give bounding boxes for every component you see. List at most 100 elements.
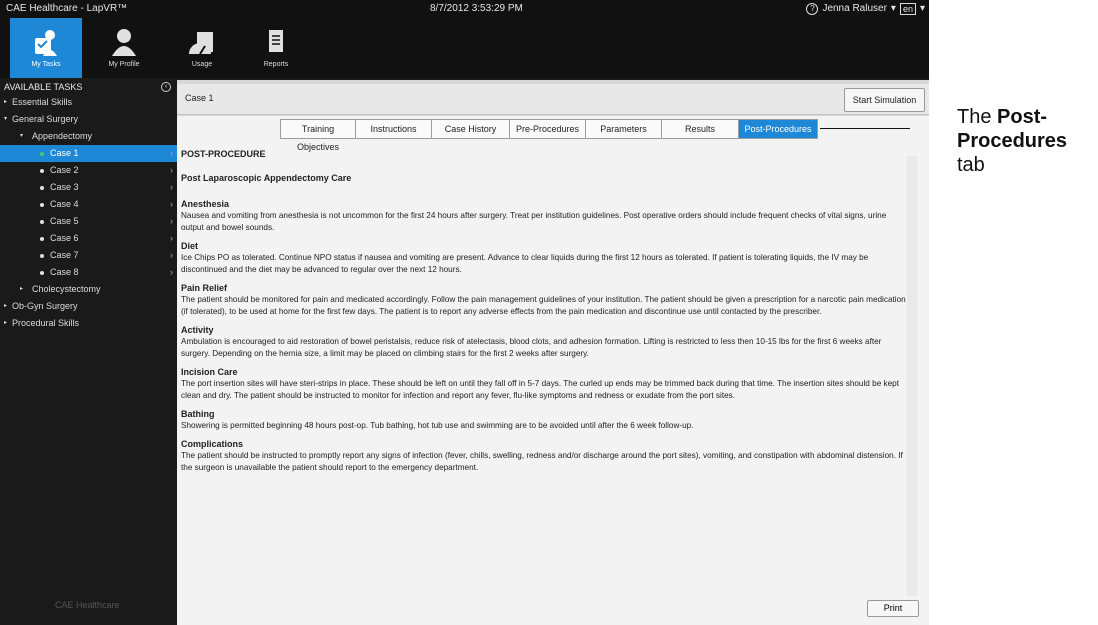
section-title-bathing: Bathing — [181, 409, 215, 419]
chevron-right-icon: › — [170, 233, 173, 243]
app-title: CAE Healthcare - LapVR™ — [6, 3, 128, 14]
tab-strip: Training Objectives Instructions Case Hi… — [280, 119, 818, 152]
sidebar-item-label: Case 7 — [50, 250, 79, 260]
expand-arrow-icon[interactable]: ▸ — [4, 315, 7, 332]
toolbar-label: My Tasks — [31, 61, 61, 68]
sidebar-item-case-1[interactable]: Case 1 › — [0, 145, 177, 162]
sidebar-item-appendectomy[interactable]: ▾ Appendectomy — [0, 128, 177, 145]
tab-results[interactable]: Results — [662, 119, 739, 139]
tab-parameters[interactable]: Parameters — [586, 119, 662, 139]
status-dot-icon — [40, 254, 44, 258]
language-select[interactable]: en — [899, 3, 916, 15]
chevron-right-icon: › — [170, 216, 173, 226]
toolbar-reports[interactable]: Reports — [240, 18, 312, 78]
sidebar-header: AVAILABLE TASKS ‹ — [0, 80, 177, 94]
tab-pre-procedures[interactable]: Pre-Procedures — [510, 119, 586, 139]
status-dot-icon — [40, 271, 44, 275]
sidebar-item-ob-gyn-surgery[interactable]: ▸ Ob-Gyn Surgery — [0, 298, 177, 315]
callout-annotation: The Post-Procedures tab — [957, 105, 1098, 177]
help-icon[interactable]: ? — [806, 3, 819, 15]
chevron-right-icon: › — [170, 165, 173, 175]
expand-arrow-icon[interactable]: ▸ — [4, 298, 7, 315]
start-simulation-button[interactable]: Start Simulation — [844, 88, 925, 112]
sidebar-item-label: Essential Skills — [12, 97, 73, 107]
tab-instructions[interactable]: Instructions — [356, 119, 432, 139]
tab-case-history[interactable]: Case History — [432, 119, 510, 139]
title-bar: CAE Healthcare - LapVR™ 8/7/2012 3:53:29… — [0, 0, 929, 18]
toolbar-my-profile[interactable]: My Profile — [88, 18, 160, 78]
toolbar-usage[interactable]: Usage — [166, 18, 238, 78]
sidebar-item-case-8[interactable]: Case 8 › — [0, 264, 177, 281]
collapse-arrow-icon[interactable]: ▾ — [20, 128, 23, 145]
main-panel: Case 1 Start Simulation Training Objecti… — [177, 80, 929, 625]
callout-suffix: tab — [957, 154, 985, 176]
sidebar-item-label: Case 1 — [50, 148, 79, 158]
sidebar-item-case-3[interactable]: Case 3 › — [0, 179, 177, 196]
sidebar-item-label: Case 5 — [50, 216, 79, 226]
cae-logo: CAE Healthcare — [55, 600, 120, 610]
section-body-anesthesia: Nausea and vomiting from anesthesia is n… — [181, 211, 887, 232]
user-name[interactable]: Jenna Raluser — [822, 0, 886, 18]
sidebar-item-case-2[interactable]: Case 2 › — [0, 162, 177, 179]
sidebar-item-label: Appendectomy — [32, 131, 93, 141]
app-window: CAE Healthcare - LapVR™ 8/7/2012 3:53:29… — [0, 0, 929, 625]
user-dropdown-icon[interactable]: ▾ — [891, 0, 896, 18]
chevron-right-icon: › — [170, 267, 173, 277]
section-title-incision-care: Incision Care — [181, 367, 238, 377]
language-dropdown-icon[interactable]: ▾ — [920, 0, 925, 18]
user-area: ? Jenna Raluser ▾ en ▾ — [806, 0, 925, 18]
section-title-complications: Complications — [181, 439, 244, 449]
print-button[interactable]: Print — [867, 600, 919, 617]
collapse-icon[interactable]: ‹ — [161, 82, 171, 92]
section-title-diet: Diet — [181, 241, 199, 251]
sidebar-title: AVAILABLE TASKS — [4, 82, 83, 92]
sidebar-item-label: Procedural Skills — [12, 318, 80, 328]
sidebar-item-general-surgery[interactable]: ▾ General Surgery — [0, 111, 177, 128]
post-procedure-document: POST-PROCEDURE Post Laparoscopic Appende… — [181, 148, 906, 620]
section-title-activity: Activity — [181, 325, 214, 335]
sidebar-item-label: Case 3 — [50, 182, 79, 192]
sidebar-item-label: Ob-Gyn Surgery — [12, 301, 78, 311]
callout-leader-line — [820, 128, 910, 129]
chevron-right-icon: › — [170, 182, 173, 192]
datetime: 8/7/2012 3:53:29 PM — [430, 3, 523, 14]
toolbar-my-tasks[interactable]: My Tasks — [10, 18, 82, 78]
section-title-anesthesia: Anesthesia — [181, 199, 230, 209]
tab-post-procedures[interactable]: Post-Procedures — [739, 119, 818, 139]
sidebar-item-case-6[interactable]: Case 6 › — [0, 230, 177, 247]
section-body-activity: Ambulation is encouraged to aid restorat… — [181, 337, 882, 358]
sidebar-item-label: Case 2 — [50, 165, 79, 175]
sidebar-item-case-5[interactable]: Case 5 › — [0, 213, 177, 230]
status-dot-icon — [40, 152, 44, 156]
section-title-pain-relief: Pain Relief — [181, 283, 228, 293]
main-toolbar: My Tasks My Profile Usage Reports — [0, 18, 929, 78]
sidebar-item-label: Case 6 — [50, 233, 79, 243]
case-header: Case 1 Start Simulation — [177, 84, 929, 115]
sidebar-item-label: Case 8 — [50, 267, 79, 277]
expand-arrow-icon[interactable]: ▸ — [20, 281, 23, 298]
sidebar-item-label: Cholecystectomy — [32, 284, 101, 294]
section-body-bathing: Showering is permitted beginning 48 hour… — [181, 421, 694, 430]
sidebar-item-case-7[interactable]: Case 7 › — [0, 247, 177, 264]
toolbar-label: Reports — [263, 61, 289, 68]
chevron-right-icon: › — [170, 148, 173, 158]
status-dot-icon — [40, 220, 44, 224]
collapse-arrow-icon[interactable]: ▾ — [4, 111, 7, 128]
sidebar-item-procedural-skills[interactable]: ▸ Procedural Skills — [0, 315, 177, 332]
profile-icon — [112, 29, 136, 56]
toolbar-label: My Profile — [108, 61, 140, 68]
task-sidebar: AVAILABLE TASKS ‹ ▸ Essential Skills ▾ G… — [0, 80, 177, 625]
section-body-incision-care: The port insertion sites will have steri… — [181, 379, 899, 400]
sidebar-item-essential-skills[interactable]: ▸ Essential Skills — [0, 94, 177, 111]
my-tasks-icon — [35, 30, 57, 56]
section-body-pain-relief: The patient should be monitored for pain… — [181, 295, 906, 316]
toolbar-label: Usage — [191, 61, 213, 68]
tab-training-objectives[interactable]: Training Objectives — [280, 119, 356, 152]
expand-arrow-icon[interactable]: ▸ — [4, 94, 7, 111]
reports-icon — [269, 30, 283, 52]
chevron-right-icon: › — [170, 250, 173, 260]
document-scrollbar[interactable] — [907, 156, 917, 596]
sidebar-item-case-4[interactable]: Case 4 › — [0, 196, 177, 213]
sidebar-item-cholecystectomy[interactable]: ▸ Cholecystectomy — [0, 281, 177, 298]
document-heading: POST-PROCEDURE — [181, 149, 266, 159]
